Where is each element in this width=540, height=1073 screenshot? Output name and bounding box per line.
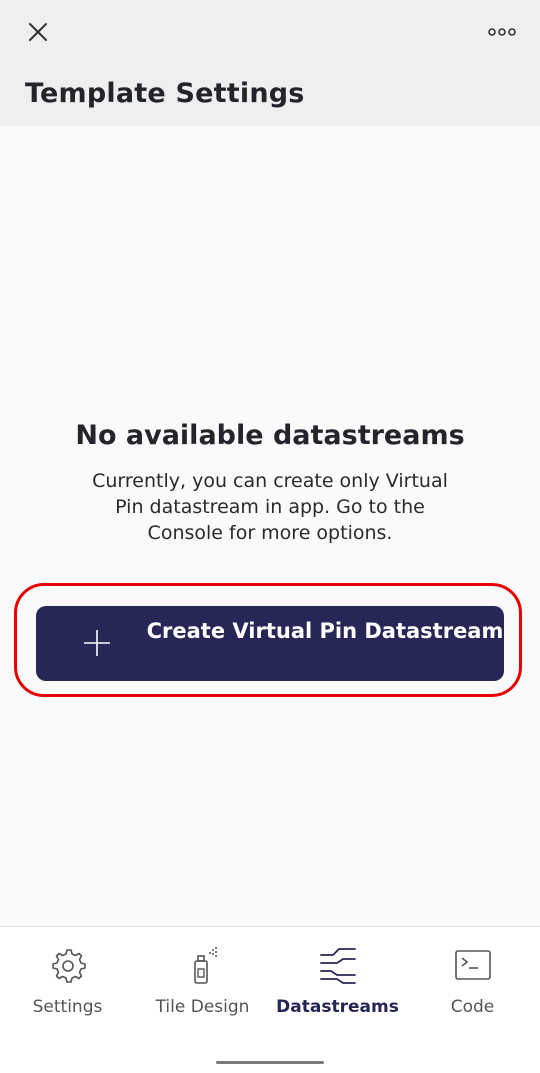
empty-state-description: Currently, you can create only Virtual P… (92, 470, 448, 544)
nav-item-tile-design[interactable]: Tile Design (135, 927, 270, 1037)
nav-item-code[interactable]: Code (405, 927, 540, 1037)
nav-label: Datastreams (276, 997, 399, 1017)
create-virtual-pin-datastream-button[interactable]: Create Virtual Pin Datastream (36, 606, 504, 681)
nav-label: Settings (32, 997, 103, 1017)
nav-item-datastreams[interactable]: Datastreams (270, 927, 405, 1037)
more-options-icon (488, 28, 516, 36)
close-button[interactable] (20, 14, 56, 50)
home-indicator (216, 1061, 324, 1064)
datastreams-icon (319, 948, 356, 984)
spray-can-icon (193, 947, 217, 984)
nav-label: Tile Design (155, 997, 250, 1017)
more-options-button[interactable] (484, 14, 520, 50)
header: Template Settings (0, 0, 540, 126)
create-button-label: Create Virtual Pin Datastream (146, 619, 504, 643)
nav-item-settings[interactable]: Settings (0, 927, 135, 1037)
terminal-icon (454, 950, 491, 980)
plus-icon (84, 630, 110, 656)
close-icon (29, 23, 47, 41)
bottom-nav: Settings Tile Design Datastreams Code (0, 926, 540, 1073)
empty-state-title: No available datastreams (75, 420, 465, 451)
nav-label: Code (450, 997, 495, 1017)
gear-icon (51, 949, 86, 983)
page-title: Template Settings (25, 78, 305, 109)
